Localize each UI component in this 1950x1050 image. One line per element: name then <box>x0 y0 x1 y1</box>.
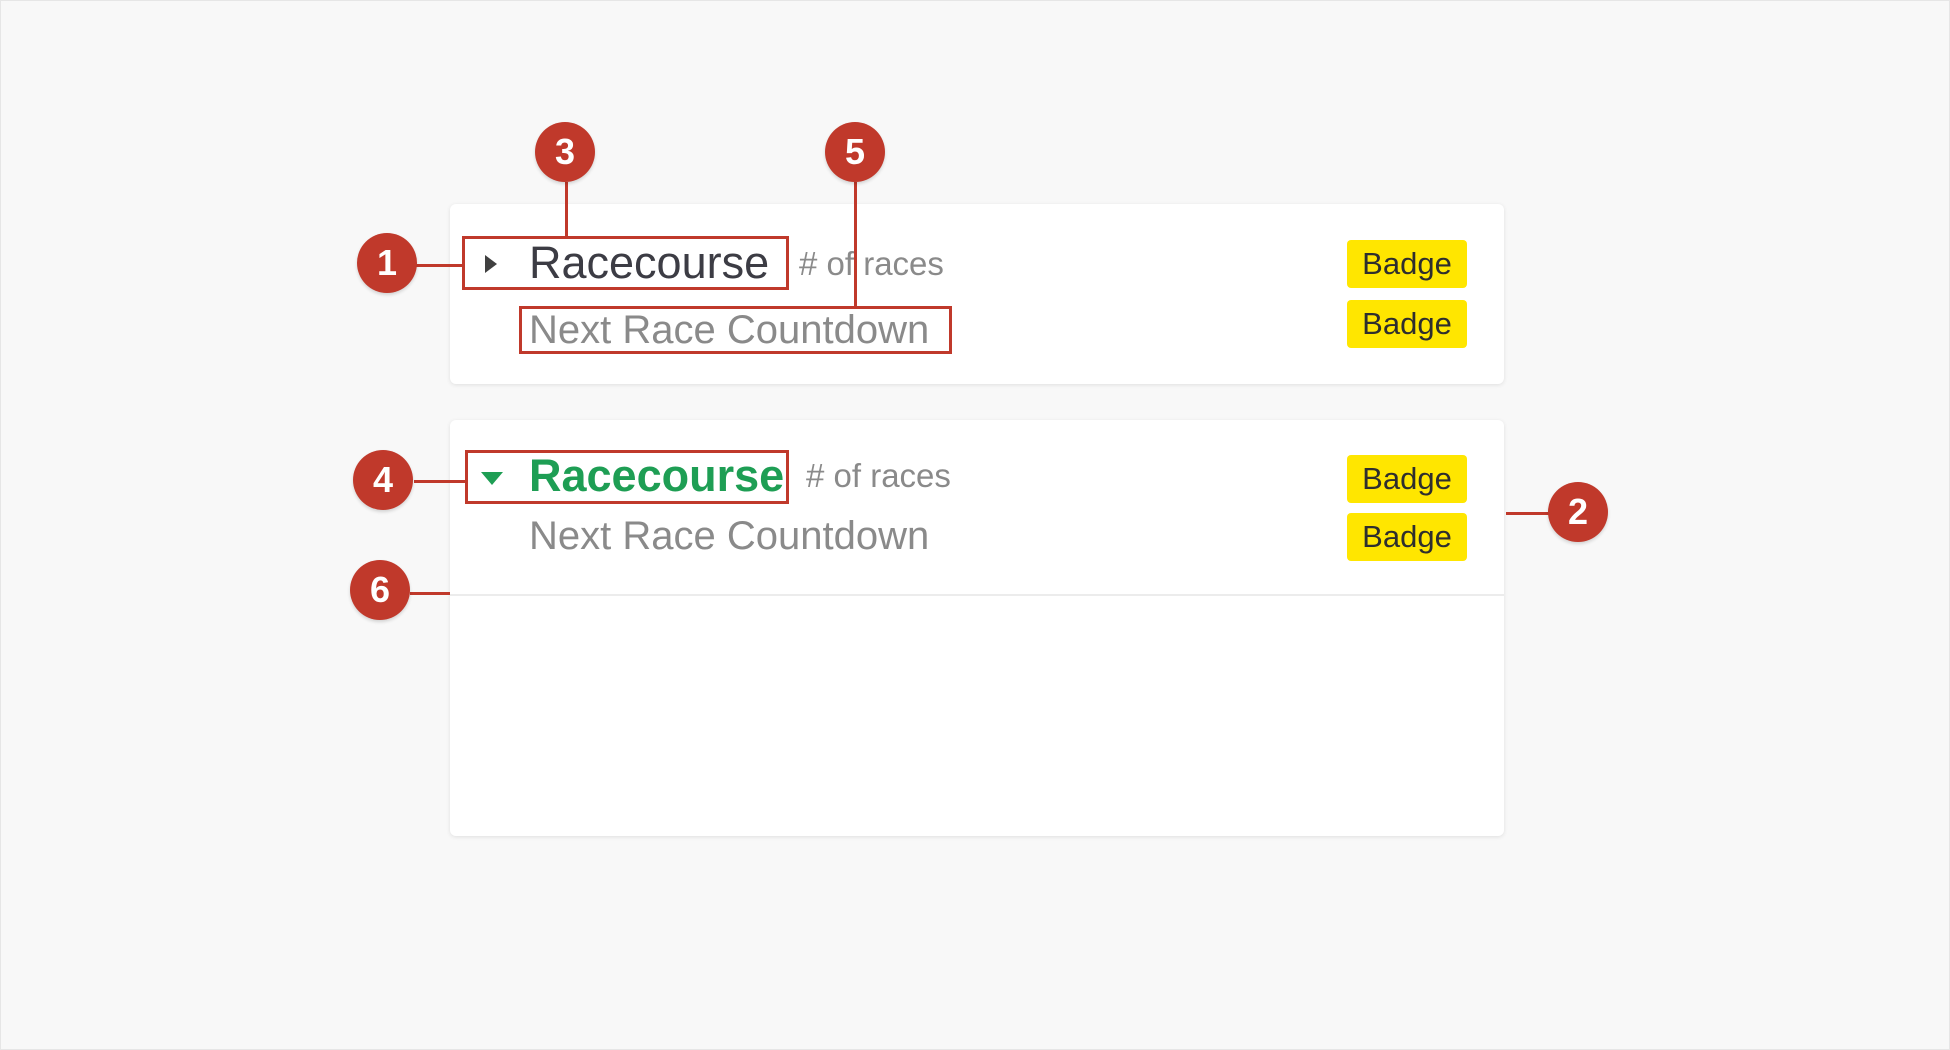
leader-line-6 <box>410 592 450 595</box>
racecourse-card-collapsed[interactable]: Racecourse # of races Next Race Countdow… <box>450 204 1504 384</box>
leader-line-2 <box>1506 512 1550 515</box>
expanded-content-area <box>450 596 1504 836</box>
highlight-collapsed-header <box>462 236 789 290</box>
next-race-countdown: Next Race Countdown <box>529 514 930 558</box>
highlight-subtitle <box>519 306 952 354</box>
badge: Badge <box>1347 455 1467 503</box>
leader-line-5 <box>854 182 857 306</box>
race-count-label: # of races <box>799 245 944 282</box>
badge: Badge <box>1347 240 1467 288</box>
annotation-marker-3: 3 <box>535 122 595 182</box>
annotation-marker-5: 5 <box>825 122 885 182</box>
badge: Badge <box>1347 300 1467 348</box>
annotation-marker-1: 1 <box>357 233 417 293</box>
annotation-marker-2: 2 <box>1548 482 1608 542</box>
leader-line-4 <box>414 480 465 483</box>
highlight-expanded-header <box>465 450 789 504</box>
leader-line-1 <box>414 264 462 267</box>
annotation-marker-4: 4 <box>353 450 413 510</box>
badge: Badge <box>1347 513 1467 561</box>
race-count-label: # of races <box>806 457 951 494</box>
annotation-marker-6: 6 <box>350 560 410 620</box>
leader-line-3 <box>565 182 568 236</box>
